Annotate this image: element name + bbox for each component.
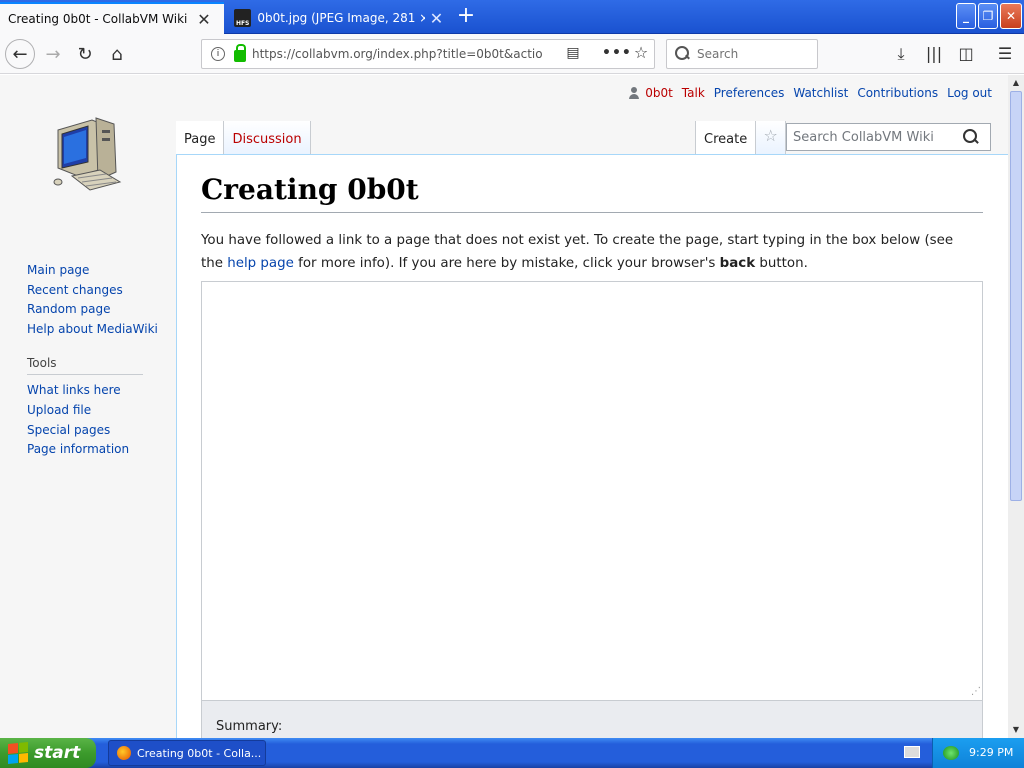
address-bar[interactable]: i https://collabvm.org/index.php?title=0… — [201, 39, 655, 69]
start-label: start — [34, 743, 81, 763]
reader-view-icon[interactable]: ▤ — [562, 45, 584, 63]
keyboard-icon[interactable] — [904, 746, 920, 758]
vertical-scrollbar[interactable]: ▲ ▼ — [1008, 75, 1024, 738]
tab-page[interactable]: Page — [176, 121, 225, 154]
system-tray: 9:29 PM — [932, 738, 1024, 768]
intro-text: You have followed a link to a page that … — [201, 229, 971, 275]
talk-link[interactable]: Talk — [682, 86, 705, 100]
hamburger-menu-icon[interactable]: ☰ — [993, 42, 1017, 66]
wiki-search-input[interactable]: Search CollabVM Wiki — [786, 123, 991, 151]
sidebar-item-what-links-here[interactable]: What links here — [27, 381, 157, 401]
url-text[interactable]: https://collabvm.org/index.php?title=0b0… — [252, 47, 552, 61]
edit-options: Summary: — [201, 701, 983, 738]
page-viewport: 0b0t Talk Preferences Watchlist Contribu… — [0, 75, 1008, 738]
tools-heading: Tools — [27, 354, 143, 376]
windows-taskbar: start Creating 0b0t - Colla... 9:29 PM — [0, 738, 1024, 768]
intro-part: for more info). If you are here by mista… — [293, 256, 720, 271]
search-icon — [675, 46, 691, 62]
close-tab-icon[interactable]: ✕ — [192, 10, 216, 29]
lock-icon — [234, 44, 246, 62]
minimize-button[interactable]: _ — [956, 3, 976, 29]
sidebar-item-recent-changes[interactable]: Recent changes — [27, 281, 157, 301]
clock[interactable]: 9:29 PM — [969, 746, 1013, 759]
sidebar-navigation: Main page Recent changes Random page Hel… — [27, 261, 158, 460]
sidebar-item-upload-file[interactable]: Upload file — [27, 401, 157, 421]
bookmark-star-icon[interactable]: ☆ — [630, 43, 652, 62]
browser-toolbar: ← → ↻ ⌂ i https://collabvm.org/index.php… — [0, 34, 1024, 74]
resize-grip-icon[interactable]: ⋰ — [971, 687, 981, 697]
tools-heading-label: Tools — [27, 356, 57, 371]
sidebar-item-main-page[interactable]: Main page — [27, 261, 157, 281]
search-icon[interactable] — [963, 129, 979, 145]
logout-link[interactable]: Log out — [947, 86, 992, 100]
sidebar-item-help[interactable]: Help about MediaWiki — [27, 320, 158, 340]
browser-tab-strip: Creating 0b0t - CollabVM Wiki ✕ HFS 0b0t… — [0, 0, 1024, 34]
personal-tools: 0b0t Talk Preferences Watchlist Contribu… — [628, 86, 992, 100]
tab-label: 0b0t.jpg (JPEG Image, 281 × 226 — [257, 11, 425, 25]
close-tab-icon[interactable]: ✕ — [425, 9, 448, 28]
watch-star-icon[interactable]: ☆ — [756, 121, 787, 154]
user-link[interactable]: 0b0t — [645, 86, 673, 100]
namespace-tabs: Page Discussion — [176, 121, 311, 154]
wiki-search-placeholder: Search CollabVM Wiki — [793, 129, 934, 145]
maximize-button[interactable]: ❐ — [978, 3, 998, 29]
site-logo-computer-icon[interactable] — [50, 110, 126, 196]
scroll-down-arrow-icon[interactable]: ▼ — [1009, 723, 1023, 737]
firefox-icon — [117, 746, 131, 760]
sidebar-item-random-page[interactable]: Random page — [27, 300, 157, 320]
back-emphasis: back — [719, 256, 756, 271]
close-window-button[interactable]: ✕ — [1000, 3, 1022, 29]
view-tabs: Create ☆ — [695, 121, 787, 154]
contributions-link[interactable]: Contributions — [857, 86, 938, 100]
image-file-icon: HFS — [234, 9, 252, 27]
browser-search-input[interactable]: Search — [666, 39, 818, 69]
network-icon[interactable] — [943, 746, 959, 760]
taskbar-item-firefox[interactable]: Creating 0b0t - Colla... — [108, 740, 266, 766]
tab-0b0t-jpg[interactable]: HFS 0b0t.jpg (JPEG Image, 281 × 226 ✕ — [226, 2, 448, 34]
downloads-icon[interactable]: ⤓ — [889, 42, 913, 66]
library-icon[interactable]: ||| — [922, 42, 946, 66]
search-placeholder: Search — [697, 47, 739, 61]
tab-creating-0b0t[interactable]: Creating 0b0t - CollabVM Wiki ✕ — [0, 2, 224, 34]
page-actions-icon[interactable]: ••• — [602, 45, 631, 63]
intro-part: button. — [755, 256, 808, 271]
user-icon — [628, 87, 640, 99]
help-page-link[interactable]: help page — [227, 256, 294, 271]
sidebar-item-page-information[interactable]: Page information — [27, 440, 157, 460]
info-icon[interactable]: i — [211, 47, 225, 61]
page-title: Creating 0b0t — [201, 173, 983, 213]
back-button[interactable]: ← — [5, 39, 35, 69]
summary-label: Summary: — [216, 719, 283, 734]
wikitext-editor[interactable] — [201, 281, 983, 701]
reload-button[interactable]: ↻ — [70, 39, 100, 69]
scroll-thumb[interactable] — [1010, 91, 1022, 501]
sidebar-item-special-pages[interactable]: Special pages — [27, 421, 157, 441]
taskbar-item-label: Creating 0b0t - Colla... — [137, 746, 262, 760]
start-button[interactable]: start — [0, 738, 96, 768]
content-area: Creating 0b0t You have followed a link t… — [176, 154, 1008, 738]
scroll-up-arrow-icon[interactable]: ▲ — [1009, 76, 1023, 90]
sidebar-icon[interactable]: ◫ — [954, 42, 978, 66]
tab-create[interactable]: Create — [695, 121, 757, 154]
watchlist-link[interactable]: Watchlist — [793, 86, 848, 100]
tab-label: Creating 0b0t - CollabVM Wiki — [8, 12, 188, 26]
tab-discussion[interactable]: Discussion — [224, 121, 311, 154]
windows-logo-icon — [8, 741, 28, 765]
home-button[interactable]: ⌂ — [102, 39, 132, 69]
preferences-link[interactable]: Preferences — [714, 86, 785, 100]
new-tab-button[interactable]: + — [452, 4, 480, 30]
forward-button[interactable]: → — [38, 39, 68, 69]
